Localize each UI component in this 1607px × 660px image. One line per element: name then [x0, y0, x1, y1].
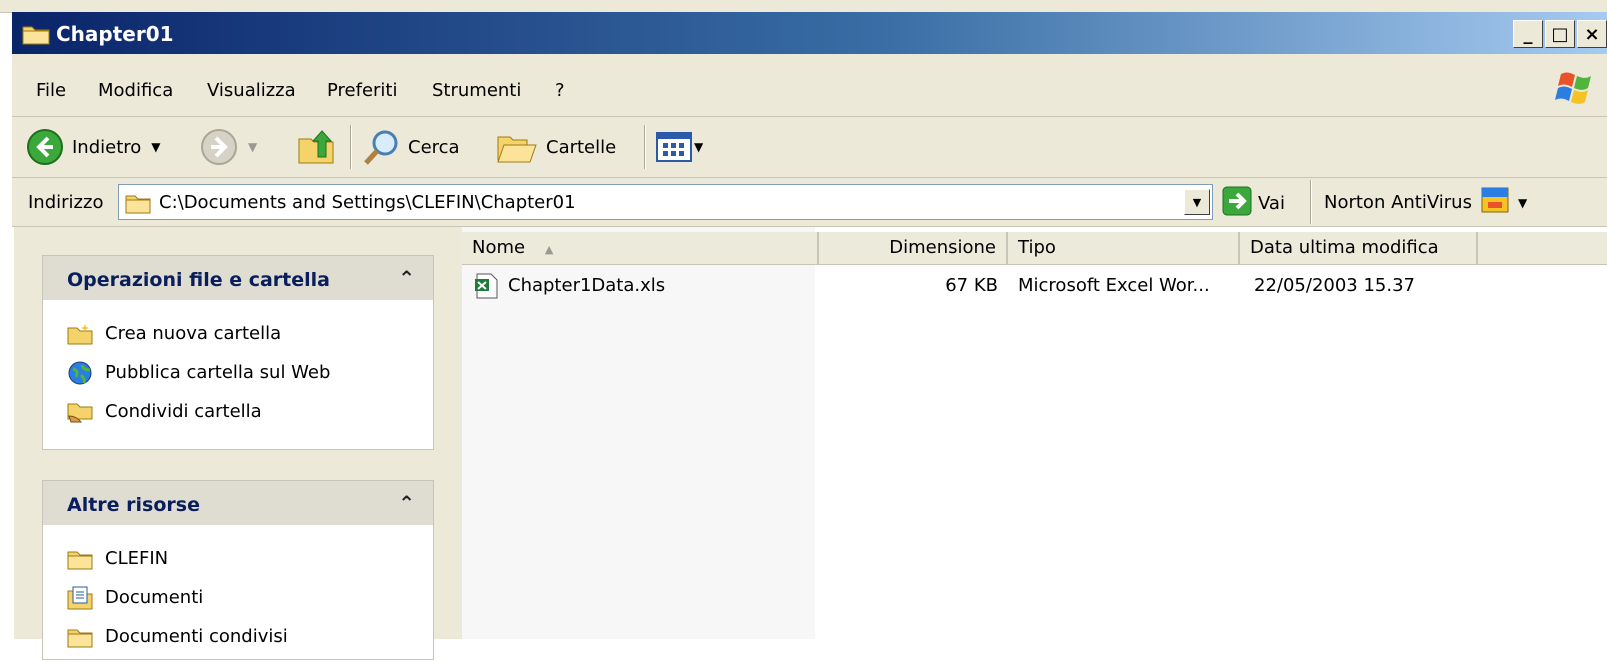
- globe-icon: [67, 360, 93, 386]
- views-dropdown-icon[interactable]: ▼: [694, 140, 703, 154]
- menu-help[interactable]: ?: [555, 80, 565, 101]
- address-separator: [1310, 180, 1312, 224]
- column-header-label: Nome: [472, 237, 526, 258]
- collapse-chevron-icon[interactable]: ⌃: [398, 491, 415, 515]
- search-button[interactable]: Cerca: [362, 127, 460, 167]
- task-share-folder[interactable]: Condividi cartella: [43, 392, 433, 431]
- collapse-chevron-icon[interactable]: ⌃: [398, 266, 415, 290]
- column-header-type[interactable]: Tipo: [1008, 232, 1240, 264]
- menu-visualizza[interactable]: Visualizza: [207, 80, 296, 101]
- task-publish-web[interactable]: Pubblica cartella sul Web: [43, 353, 433, 392]
- toolbar-separator: [350, 125, 352, 169]
- panel-header[interactable]: Operazioni file e cartella ⌃: [43, 256, 433, 300]
- folder-icon: [22, 23, 50, 45]
- file-size: 67 KB: [945, 275, 998, 296]
- folder-up-icon: [296, 127, 336, 167]
- folder-icon: [67, 546, 93, 572]
- back-button[interactable]: Indietro ▼: [26, 127, 161, 167]
- file-folder-tasks-panel: Operazioni file e cartella ⌃ Crea nuova …: [42, 255, 434, 450]
- place-shared-documents[interactable]: Documenti condivisi: [43, 617, 433, 656]
- go-button[interactable]: Vai: [1222, 186, 1285, 221]
- views-button[interactable]: ▼: [656, 127, 703, 167]
- place-label: Documenti condivisi: [105, 626, 288, 647]
- new-folder-icon: [67, 321, 93, 347]
- other-places-panel: Altre risorse ⌃ CLEFIN Documenti Documen…: [42, 480, 434, 660]
- close-button[interactable]: ×: [1577, 20, 1607, 48]
- norton-icon: [1480, 186, 1510, 219]
- views-icon: [656, 132, 692, 162]
- file-modified: 22/05/2003 15.37: [1254, 275, 1415, 296]
- folders-button[interactable]: Cartelle: [496, 127, 616, 167]
- window-title: Chapter01: [56, 22, 174, 46]
- list-header: Nome ▲ Dimensione Tipo Data ultima modif…: [462, 232, 1607, 265]
- menu-preferiti[interactable]: Preferiti: [327, 80, 398, 101]
- minimize-button[interactable]: _: [1513, 20, 1543, 48]
- excel-file-icon: [474, 273, 500, 304]
- toolbar-separator: [644, 125, 646, 169]
- address-label: Indirizzo: [28, 192, 104, 213]
- place-label: CLEFIN: [105, 548, 169, 569]
- search-icon: [362, 127, 402, 167]
- chevron-down-icon: ▼: [1192, 195, 1202, 209]
- task-label: Crea nuova cartella: [105, 323, 282, 344]
- column-header-name[interactable]: Nome ▲: [462, 232, 819, 264]
- address-dropdown-button[interactable]: ▼: [1184, 189, 1210, 215]
- norton-label: Norton AntiVirus: [1324, 192, 1472, 213]
- forward-arrow-icon: [200, 128, 238, 166]
- table-row[interactable]: Chapter1Data.xls 67 KB Microsoft Excel W…: [462, 271, 1607, 301]
- panel-title: Altre risorse: [67, 494, 200, 516]
- place-clefin[interactable]: CLEFIN: [43, 539, 433, 578]
- standard-toolbar: Indietro ▼ ▼ Cerca Cartelle ▼: [12, 117, 1607, 178]
- back-arrow-icon: [26, 128, 64, 166]
- task-pane: Operazioni file e cartella ⌃ Crea nuova …: [12, 227, 464, 660]
- maximize-button[interactable]: □: [1545, 20, 1575, 48]
- up-folder-button[interactable]: [296, 127, 336, 167]
- menu-file[interactable]: File: [36, 80, 66, 101]
- file-list: Nome ▲ Dimensione Tipo Data ultima modif…: [462, 227, 1607, 639]
- address-input[interactable]: C:\Documents and Settings\CLEFIN\Chapter…: [118, 184, 1213, 220]
- sort-ascending-icon: ▲: [544, 243, 554, 256]
- folder-icon: [67, 624, 93, 650]
- title-bar[interactable]: Chapter01 _ □ ×: [12, 12, 1607, 54]
- menu-modifica[interactable]: Modifica: [98, 80, 173, 101]
- column-header-label: Data ultima modifica: [1250, 237, 1439, 258]
- documents-folder-icon: [67, 585, 93, 611]
- menu-bar: File Modifica Visualizza Preferiti Strum…: [12, 54, 1607, 117]
- column-header-label: Tipo: [1018, 237, 1056, 258]
- windows-logo-icon: [1553, 68, 1597, 108]
- norton-antivirus-button[interactable]: Norton AntiVirus ▼: [1324, 186, 1527, 219]
- place-label: Documenti: [105, 587, 204, 608]
- go-arrow-icon: [1222, 186, 1252, 221]
- folders-label: Cartelle: [546, 136, 617, 158]
- folder-icon: [125, 192, 151, 219]
- column-header-modified[interactable]: Data ultima modifica: [1240, 232, 1478, 264]
- content-area: Operazioni file e cartella ⌃ Crea nuova …: [12, 227, 1607, 660]
- back-label: Indietro: [72, 136, 142, 158]
- menu-strumenti[interactable]: Strumenti: [432, 80, 521, 101]
- task-label: Condividi cartella: [105, 401, 262, 422]
- back-dropdown-icon[interactable]: ▼: [151, 140, 160, 154]
- forward-button[interactable]: ▼: [200, 127, 257, 167]
- go-label: Vai: [1258, 193, 1285, 214]
- share-folder-icon: [67, 399, 93, 425]
- column-header-size[interactable]: Dimensione: [819, 232, 1008, 264]
- file-type: Microsoft Excel Wor...: [1018, 275, 1210, 296]
- folders-icon: [496, 127, 538, 167]
- task-label: Pubblica cartella sul Web: [105, 362, 331, 383]
- file-name: Chapter1Data.xls: [508, 275, 666, 296]
- panel-header[interactable]: Altre risorse ⌃: [43, 481, 433, 525]
- column-header-label: Dimensione: [889, 237, 996, 258]
- search-label: Cerca: [408, 136, 460, 158]
- place-documents[interactable]: Documenti: [43, 578, 433, 617]
- panel-title: Operazioni file e cartella: [67, 269, 330, 291]
- address-path: C:\Documents and Settings\CLEFIN\Chapter…: [159, 192, 576, 213]
- address-bar: Indirizzo C:\Documents and Settings\CLEF…: [12, 178, 1607, 227]
- explorer-window: Chapter01 _ □ × File Modifica Visualizza…: [12, 12, 1607, 660]
- task-new-folder[interactable]: Crea nuova cartella: [43, 314, 433, 353]
- norton-dropdown-icon[interactable]: ▼: [1518, 196, 1527, 210]
- forward-dropdown-icon[interactable]: ▼: [248, 140, 257, 154]
